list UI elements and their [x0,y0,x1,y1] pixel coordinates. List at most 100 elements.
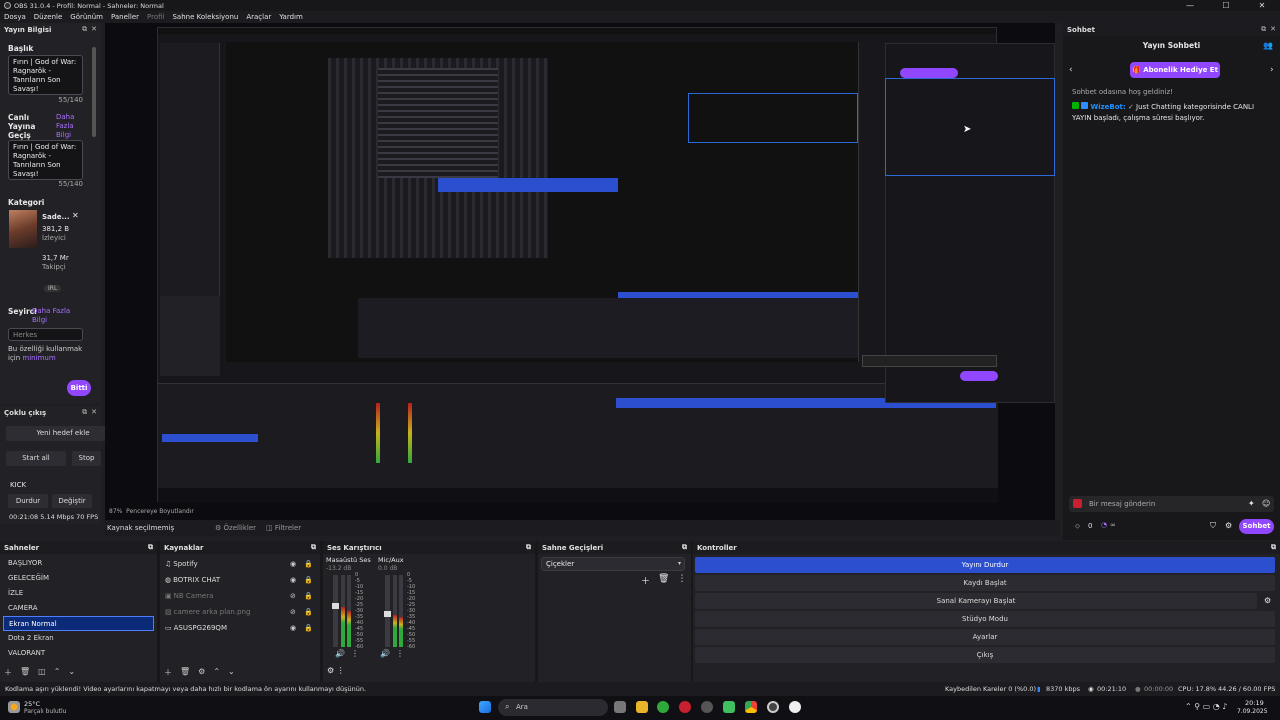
eye-icon[interactable]: ◉ [290,624,296,632]
up-icon[interactable]: ⌃ [213,667,220,678]
lock-icon[interactable]: 🔒 [304,624,313,632]
change-button[interactable]: Değiştir [52,494,92,508]
stop-stream-button[interactable]: Yayını Durdur [695,557,1275,573]
task-view-icon[interactable] [614,701,626,713]
eye-icon[interactable]: ◉ [290,576,296,584]
menu-profile[interactable]: Profil [147,13,164,21]
app-icon[interactable] [723,701,735,713]
float-icon[interactable]: ⧉ [526,543,531,552]
float-icon[interactable]: ⧉ [682,543,687,552]
close-icon[interactable]: ✕ [91,408,97,417]
source-item[interactable]: ◍ BOTRIX CHAT ◉ 🔒 [160,572,320,588]
smiley-icon[interactable]: ☺ [1262,499,1270,508]
filters-button[interactable]: Filtreler [275,524,301,532]
audience-more-link[interactable]: Daha Fazla Bilgi [32,307,72,325]
up-icon[interactable]: ⌃ [54,667,61,678]
float-icon[interactable]: ⧉ [82,408,87,417]
emote-icon[interactable] [1073,499,1082,508]
start-recording-button[interactable]: Kaydı Başlat [695,575,1275,591]
preview-canvas[interactable]: ➤ [105,23,1055,520]
source-item[interactable]: ▨ camere arka plan.png ⊘ 🔒 [160,604,320,620]
taskbar-search[interactable]: Ara [498,699,608,716]
scene-item[interactable]: BAŞLIYOR [3,556,154,571]
menu-dots-icon[interactable]: ⋮ [396,649,404,658]
more-info-link[interactable]: Daha Fazla Bilgi [56,113,84,140]
chat-send-button[interactable]: Sohbet [1239,519,1274,534]
timer-icon[interactable]: ◔ [1101,521,1107,529]
scene-item[interactable]: GELECEĞİM [3,571,154,586]
chevron-left-icon[interactable]: ‹ [1069,65,1073,75]
points-icon[interactable]: ⬦ [1075,522,1080,531]
add-icon[interactable]: ＋ [641,574,650,587]
menu-tools[interactable]: Araçlar [246,13,271,21]
scrollbar[interactable] [92,47,96,137]
down-icon[interactable]: ⌄ [68,667,75,678]
shield-icon[interactable]: ⛉ [1210,521,1216,531]
source-item[interactable]: ♫ Spotify ◉ 🔒 [160,556,320,572]
start-virtual-camera-button[interactable]: Sanal Kamerayı Başlat [695,593,1257,609]
app-icon[interactable] [701,701,713,713]
weather-icon[interactable] [8,701,20,713]
transition-select[interactable]: Çiçekler [541,557,685,571]
notify-input[interactable]: Fırın | God of War: Ragnarök - Tanrıları… [8,140,83,180]
trash-icon[interactable]: 🗑 [180,667,190,678]
add-icon[interactable]: ＋ [4,667,12,678]
close-icon[interactable]: ✕ [91,25,97,34]
down-icon[interactable]: ⌄ [228,667,235,678]
chevron-right-icon[interactable]: › [1270,65,1274,75]
filter-icon[interactable]: ◫ [38,667,46,678]
trash-icon[interactable]: 🗑 [658,574,669,587]
scene-item[interactable]: İZLE [3,586,154,601]
chat-input[interactable]: Bir mesaj gönderin [1069,496,1274,512]
file-explorer-icon[interactable] [636,701,648,713]
lock-icon[interactable]: 🔒 [304,576,313,584]
mute-icon[interactable]: 🔊 [335,649,345,658]
properties-button[interactable]: Özellikler [224,524,257,532]
settings-icon[interactable]: ⚙ [1225,521,1232,530]
mixer-settings-icon[interactable]: ⚙ ⋮ [327,666,345,675]
audience-select[interactable]: Herkes [8,328,83,341]
lock-icon[interactable]: 🔒 [304,608,313,616]
scene-item-selected[interactable]: Ekran Normal [3,616,154,631]
scene-item[interactable]: VALORANT [3,646,154,661]
start-menu-icon[interactable] [479,701,491,713]
source-item[interactable]: ▣ NB Camera ⊘ 🔒 [160,588,320,604]
menu-view[interactable]: Görünüm [70,13,103,21]
trash-icon[interactable]: 🗑 [20,667,30,678]
lock-icon[interactable]: 🔒 [304,592,313,600]
float-icon[interactable]: ⧉ [311,543,316,552]
app-icon[interactable] [657,701,669,713]
gear-icon[interactable]: ⚙ [1264,596,1271,605]
source-item[interactable]: ▭ ASUSPG269QM ◉ 🔒 [160,620,320,636]
menu-dots-icon[interactable]: ⋮ [351,649,359,658]
menu-scene-collection[interactable]: Sahne Koleksiyonu [172,13,238,21]
float-icon[interactable]: ⧉ [1261,25,1266,34]
minimize-button[interactable]: — [1172,0,1208,11]
volume-fader[interactable] [332,575,339,647]
lock-icon[interactable]: 🔒 [304,560,313,568]
title-input[interactable]: Fırın | God of War: Ragnarök - Tanrıları… [8,55,83,95]
new-target-button[interactable]: Yeni hedef ekle [6,426,120,441]
eye-off-icon[interactable]: ⊘ [290,592,296,600]
menu-edit[interactable]: Düzenle [34,13,63,21]
eye-icon[interactable]: ◉ [290,560,296,568]
float-icon[interactable]: ⧉ [148,543,153,552]
bot-username[interactable]: WizeBot: [1090,103,1125,111]
done-button[interactable]: Bitti [67,380,91,396]
obs-icon[interactable] [767,701,779,713]
start-all-button[interactable]: Start all [6,451,66,466]
stop-button[interactable]: Stop [72,451,101,466]
menu-dots-icon[interactable]: ⋮ [677,574,686,587]
remove-category-icon[interactable]: ✕ [72,211,79,220]
menu-file[interactable]: Dosya [4,13,26,21]
exit-button[interactable]: Çıkış [695,647,1275,663]
fader-knob[interactable] [332,603,339,609]
menu-help[interactable]: Yardım [279,13,303,21]
float-icon[interactable]: ⧉ [1271,543,1276,552]
pause-button[interactable]: Durdur [8,494,48,508]
scene-item[interactable]: CAMERA [3,601,154,616]
system-tray-icons[interactable]: ⌃ ⚲ ▭ ◔ ♪ [1185,702,1227,711]
mute-icon[interactable]: 🔊 [380,649,390,658]
gift-sub-button[interactable]: 🎁 Abonelik Hediye Et [1130,62,1220,78]
volume-fader[interactable] [384,575,391,647]
